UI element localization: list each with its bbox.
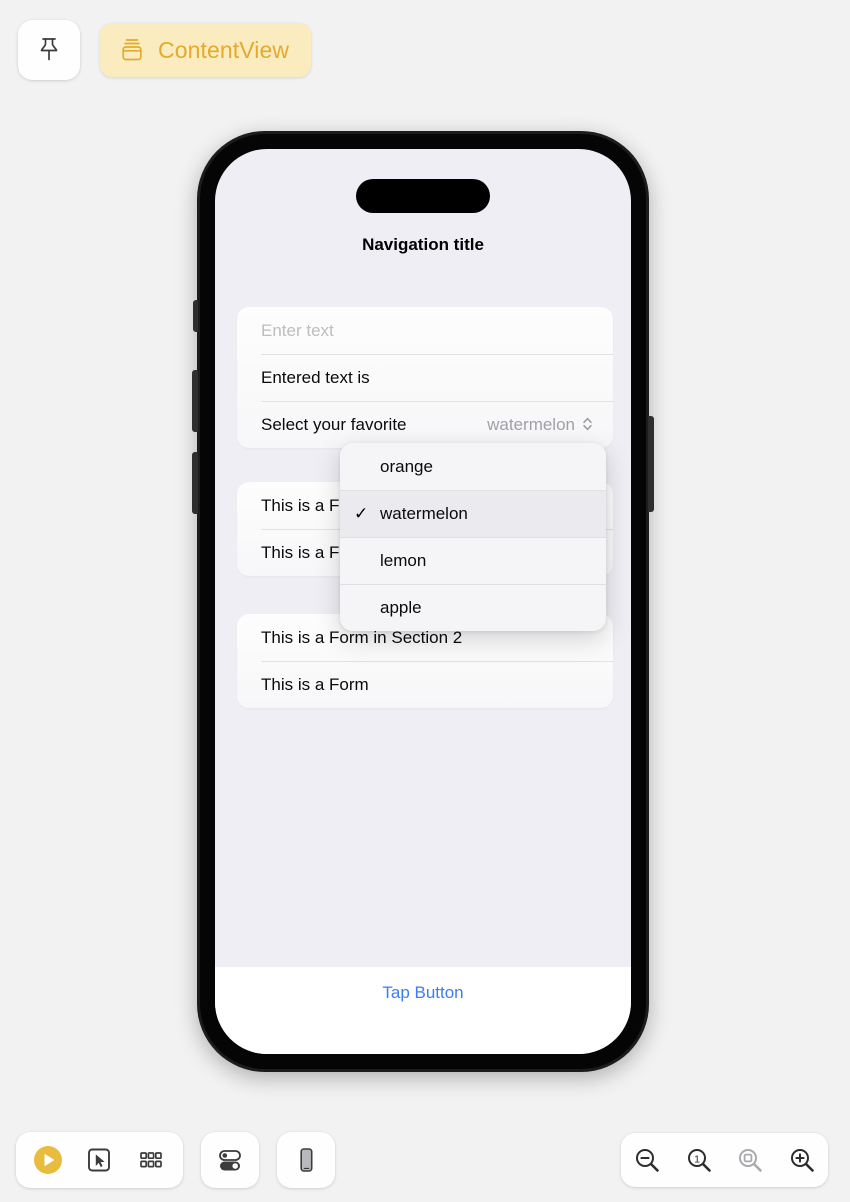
- picker-option-apple[interactable]: apple: [340, 584, 606, 631]
- grid-9-icon: [140, 1152, 162, 1168]
- magnifier-minus-icon: [635, 1149, 659, 1172]
- bottom-left-toolbar: [16, 1132, 335, 1188]
- device-button[interactable]: [284, 1138, 328, 1182]
- pin-button[interactable]: [18, 20, 80, 80]
- svg-text:1: 1: [694, 1154, 700, 1166]
- text-input-row[interactable]: Enter text: [237, 307, 613, 354]
- top-toolbar: ContentView: [0, 0, 850, 100]
- favorite-picker-value: watermelon: [487, 414, 575, 434]
- picker-option-label: orange: [380, 456, 433, 476]
- inspect-button[interactable]: [77, 1138, 121, 1182]
- picker-option-watermelon[interactable]: ✓ watermelon: [340, 490, 606, 537]
- zoom-fit-button[interactable]: [730, 1140, 770, 1180]
- check-icon: ✓: [354, 503, 369, 523]
- chevron-up-down-icon: [582, 416, 593, 434]
- magnifier-fit-icon: [739, 1149, 763, 1172]
- device-preview: Navigation title Enter text Entered text…: [192, 131, 654, 1072]
- tab-contentview[interactable]: ContentView: [100, 23, 312, 77]
- picker-option-label: apple: [380, 597, 422, 617]
- struct-box-icon: [122, 39, 142, 61]
- favorite-picker-value-group[interactable]: watermelon: [487, 415, 593, 435]
- cursor-rectangle-icon: [88, 1148, 111, 1172]
- form-row-label: This is a Form: [261, 674, 369, 694]
- device-group: [277, 1132, 335, 1188]
- power-button[interactable]: [648, 416, 654, 512]
- zoom-in-button[interactable]: [782, 1140, 822, 1180]
- favorite-picker-menu[interactable]: orange ✓ watermelon lemon apple: [340, 443, 606, 631]
- picker-option-label: lemon: [380, 550, 427, 570]
- toggles-button[interactable]: [208, 1138, 252, 1182]
- form-row: This is a Form: [237, 661, 613, 708]
- magnifier-plus-icon: [791, 1149, 814, 1172]
- page-title: Navigation title: [362, 235, 484, 254]
- phone-screen: Navigation title Enter text Entered text…: [215, 149, 631, 1054]
- entered-text-label: Entered text is: [261, 367, 370, 387]
- text-input-placeholder: Enter text: [261, 320, 334, 340]
- zoom-actual-button[interactable]: 1: [679, 1140, 719, 1180]
- preview-controls-group: [16, 1132, 183, 1188]
- picker-option-lemon[interactable]: lemon: [340, 537, 606, 584]
- form-section-1: Enter text Entered text is Select your f…: [237, 307, 613, 448]
- tap-button-bar: Tap Button: [215, 967, 631, 1054]
- grid-button[interactable]: [129, 1138, 173, 1182]
- picker-option-orange[interactable]: orange: [340, 443, 606, 490]
- zoom-toolbar: 1: [621, 1133, 828, 1187]
- silent-switch[interactable]: [193, 300, 198, 332]
- volume-down-button[interactable]: [192, 452, 198, 514]
- magnifier-one-icon: 1: [687, 1149, 711, 1172]
- favorite-picker-label: Select your favorite: [261, 414, 407, 434]
- settings-group: [201, 1132, 259, 1188]
- form-content: Enter text Entered text is Select your f…: [215, 149, 631, 994]
- switches-icon: [219, 1150, 241, 1171]
- picker-option-label: watermelon: [380, 503, 468, 523]
- zoom-out-button[interactable]: [627, 1140, 667, 1180]
- iphone-icon: [300, 1148, 313, 1172]
- pin-icon: [40, 38, 58, 61]
- play-circle-icon: [33, 1146, 62, 1174]
- play-button[interactable]: [26, 1138, 70, 1182]
- entered-text-row: Entered text is: [237, 354, 613, 401]
- favorite-picker-row[interactable]: Select your favorite watermelon: [237, 401, 613, 448]
- dynamic-island: [356, 179, 490, 213]
- tab-contentview-label: ContentView: [158, 36, 290, 63]
- volume-up-button[interactable]: [192, 370, 198, 432]
- tap-button[interactable]: Tap Button: [382, 983, 463, 1003]
